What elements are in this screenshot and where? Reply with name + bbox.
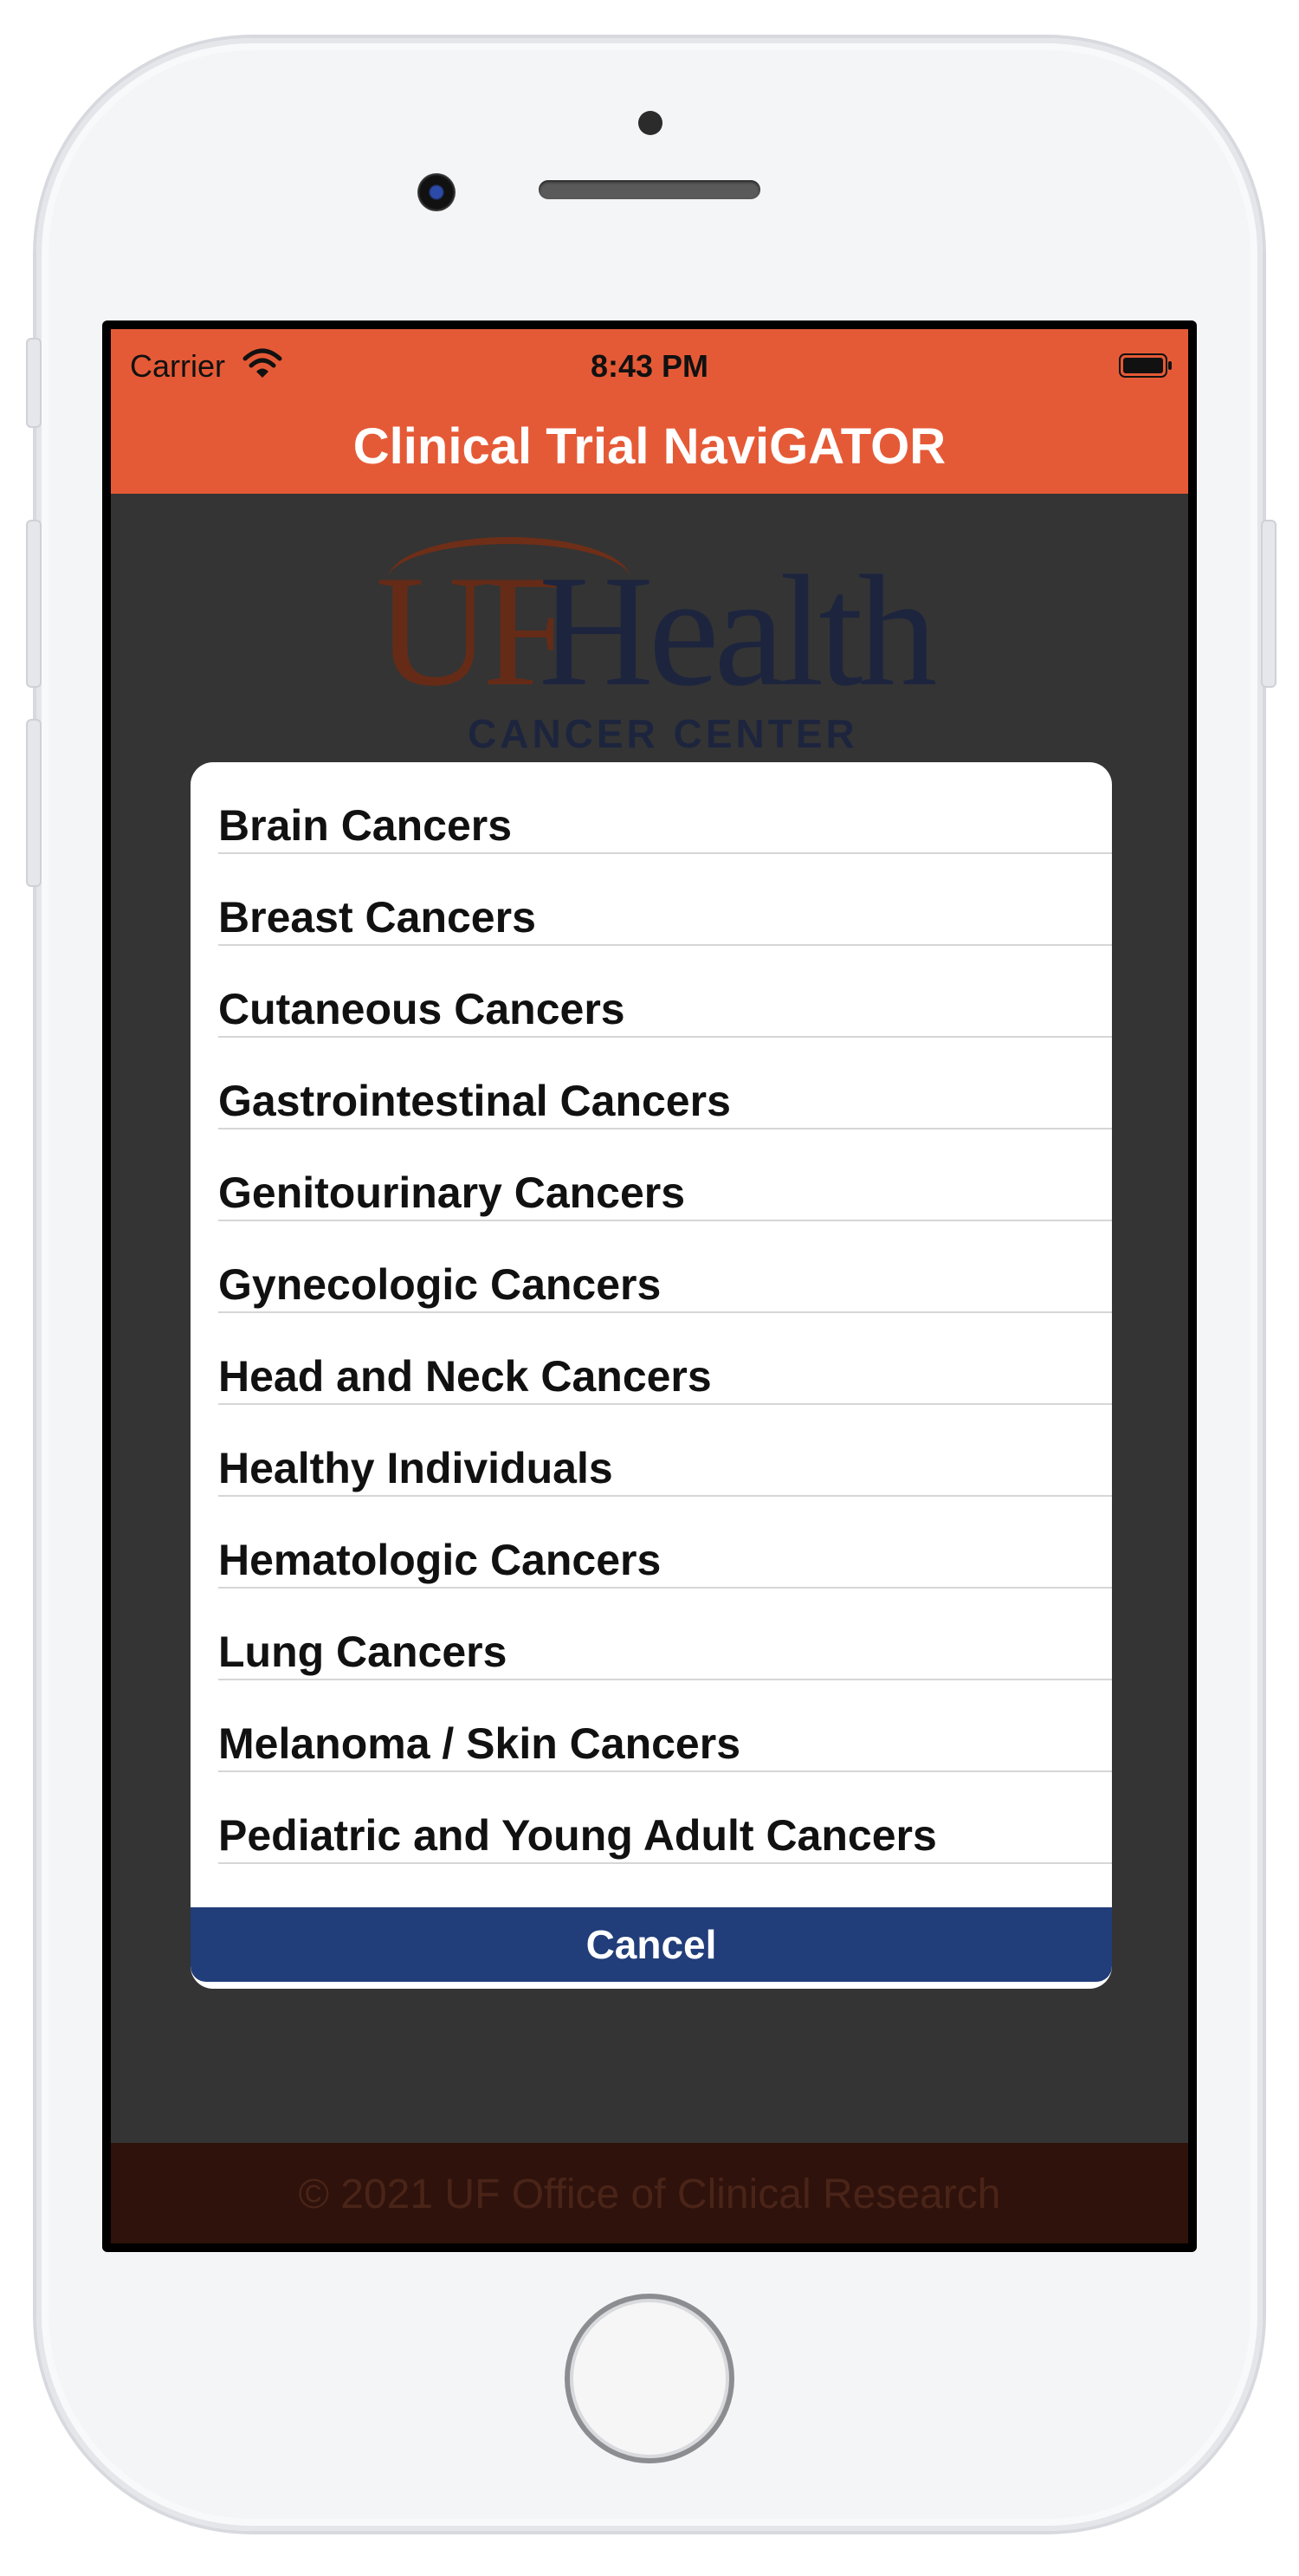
list-item-label: Genitourinary Cancers (218, 1168, 686, 1217)
app-screen: Carrier 8:43 PM Clinical Trial NaviGATOR… (111, 329, 1188, 2243)
status-bar: Carrier 8:43 PM (111, 329, 1188, 398)
list-item-label: Cutaneous Cancers (218, 985, 625, 1033)
volume-up-button (26, 520, 42, 688)
list-item-breast-cancers[interactable]: Breast Cancers (191, 854, 1112, 946)
list-item-label: Head and Neck Cancers (218, 1352, 712, 1401)
list-item-label: Hematologic Cancers (218, 1536, 662, 1584)
copyright-text: © 2021 UF Office of Clinical Research (298, 2171, 1001, 2217)
list-item-pediatric-young-adult-cancers[interactable]: Pediatric and Young Adult Cancers (191, 1772, 1112, 1864)
mute-switch (26, 338, 42, 428)
list-item-lung-cancers[interactable]: Lung Cancers (191, 1589, 1112, 1680)
volume-down-button (26, 719, 42, 887)
list-item-cutaneous-cancers[interactable]: Cutaneous Cancers (191, 946, 1112, 1038)
list-item-genitourinary-cancers[interactable]: Genitourinary Cancers (191, 1129, 1112, 1221)
phone-screen: Carrier 8:43 PM Clinical Trial NaviGATOR… (102, 320, 1197, 2252)
list-item-label: Breast Cancers (218, 893, 536, 942)
list-item-label: Lung Cancers (218, 1628, 507, 1676)
home-button[interactable] (565, 2294, 734, 2463)
list-item-label: Gynecologic Cancers (218, 1260, 662, 1309)
earpiece-speaker (539, 180, 760, 199)
list-item-label: Gastrointestinal Cancers (218, 1077, 731, 1125)
navigation-bar: Clinical Trial NaviGATOR (111, 398, 1188, 494)
list-item-brain-cancers[interactable]: Brain Cancers (191, 762, 1112, 854)
list-item-gynecologic-cancers[interactable]: Gynecologic Cancers (191, 1221, 1112, 1313)
cancer-type-action-sheet: Brain Cancers Breast Cancers Cutaneous C… (191, 762, 1112, 1989)
list-item-hematologic-cancers[interactable]: Hematologic Cancers (191, 1497, 1112, 1589)
cancer-type-list: Brain Cancers Breast Cancers Cutaneous C… (191, 762, 1112, 1864)
logo-health-text: Health (539, 542, 937, 719)
list-item-melanoma-skin-cancers[interactable]: Melanoma / Skin Cancers (191, 1680, 1112, 1772)
power-button (1261, 520, 1276, 688)
footer: © 2021 UF Office of Clinical Research (111, 2143, 1188, 2243)
logo-subtitle: CANCER CENTER (468, 711, 858, 756)
logo-uf-text: UF (376, 542, 571, 719)
list-item-label: Brain Cancers (218, 801, 513, 850)
list-item-label: Melanoma / Skin Cancers (218, 1719, 741, 1768)
cancel-button[interactable]: Cancel (191, 1907, 1112, 1982)
front-camera (417, 173, 456, 211)
status-time: 8:43 PM (590, 348, 709, 384)
battery-icon (1119, 353, 1172, 378)
uf-health-cancer-center-logo: UF Health CANCER CENTER (371, 528, 937, 756)
divider (218, 1862, 1112, 1864)
list-item-label: Healthy Individuals (218, 1444, 613, 1492)
list-item-label: Pediatric and Young Adult Cancers (218, 1811, 937, 1860)
list-item-healthy-individuals[interactable]: Healthy Individuals (191, 1405, 1112, 1497)
proximity-sensor (638, 111, 662, 135)
list-item-head-and-neck-cancers[interactable]: Head and Neck Cancers (191, 1313, 1112, 1405)
list-item-gastrointestinal-cancers[interactable]: Gastrointestinal Cancers (191, 1038, 1112, 1129)
page-title: Clinical Trial NaviGATOR (352, 418, 947, 475)
